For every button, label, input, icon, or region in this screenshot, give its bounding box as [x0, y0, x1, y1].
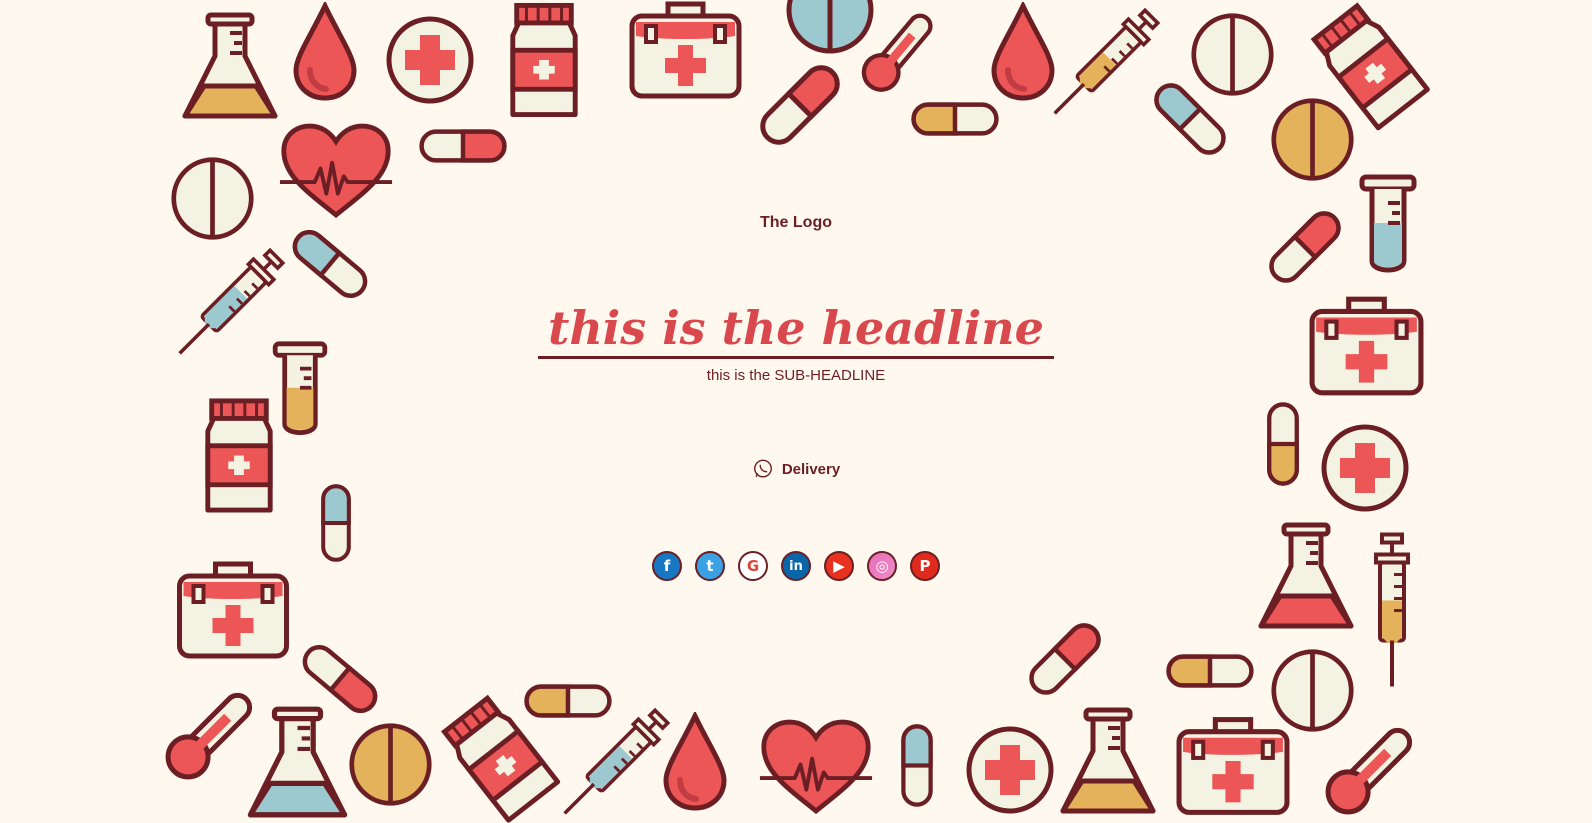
- facebook-icon[interactable]: f: [652, 551, 682, 581]
- youtube-icon[interactable]: ▶: [824, 551, 854, 581]
- headline-container: this is the headline: [0, 300, 1592, 359]
- delivery-label: Delivery: [781, 460, 841, 478]
- social-links: f t G in ▶ ◎ P: [0, 551, 1592, 581]
- subheadline: this is the SUB-HEADLINE: [706, 367, 886, 384]
- whatsapp-icon: [753, 459, 772, 478]
- delivery-link[interactable]: Delivery: [0, 458, 1592, 480]
- pinterest-icon[interactable]: P: [910, 551, 940, 581]
- instagram-icon[interactable]: ◎: [867, 551, 897, 581]
- linkedin-icon[interactable]: in: [781, 551, 811, 581]
- logo-text[interactable]: The Logo: [0, 214, 1592, 232]
- headline: this is the headline: [538, 300, 1054, 359]
- main-content: The Logo this is the headline this is th…: [0, 0, 1592, 823]
- google-icon[interactable]: G: [738, 551, 768, 581]
- twitter-icon[interactable]: t: [695, 551, 725, 581]
